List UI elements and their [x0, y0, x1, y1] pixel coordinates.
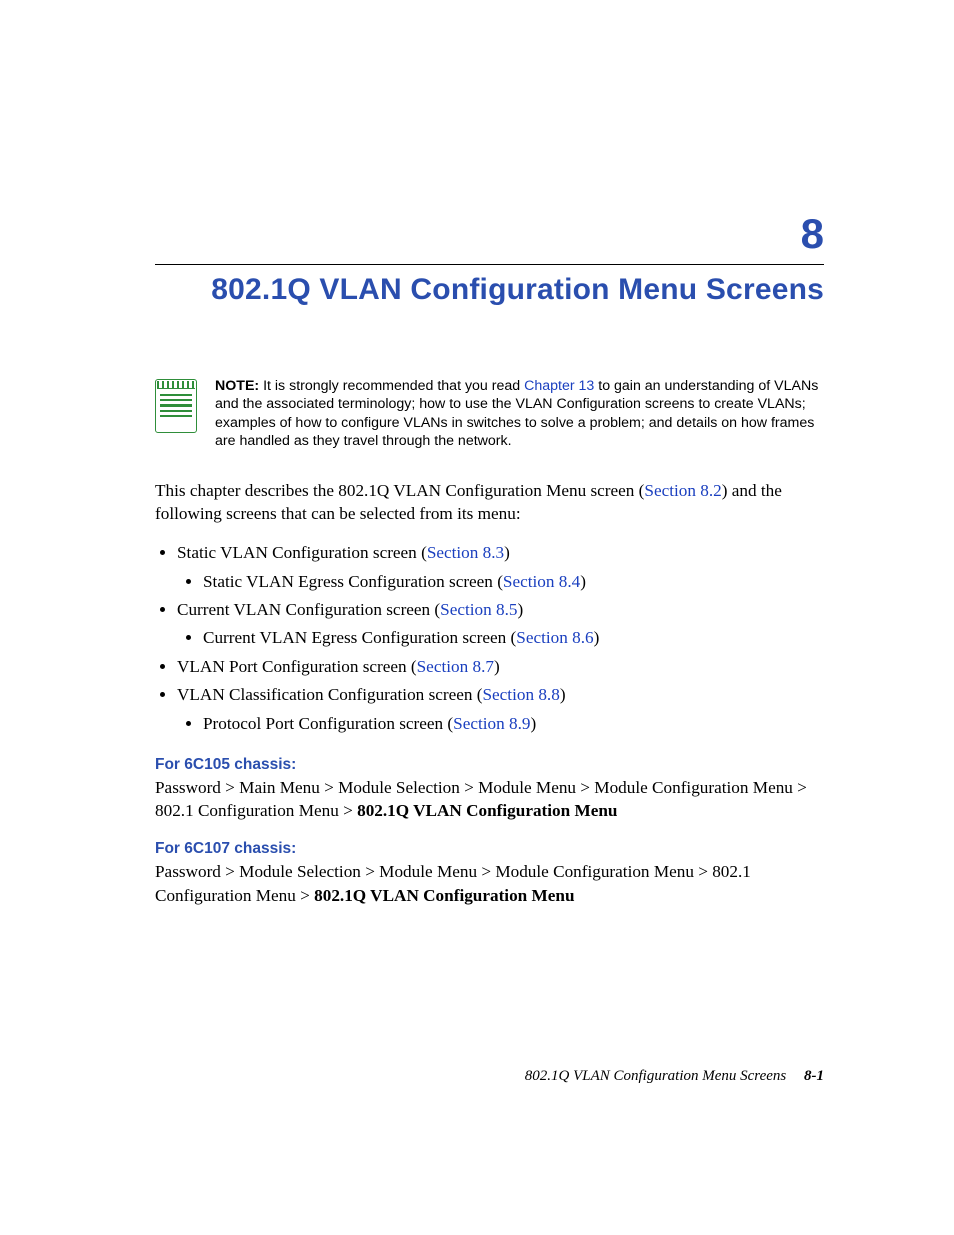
- toc-subitem: Protocol Port Configuration screen (Sect…: [203, 710, 824, 738]
- toc-item-text: Static VLAN Configuration screen (: [177, 543, 427, 562]
- note-text: NOTE: It is strongly recommended that yo…: [215, 377, 824, 451]
- toc-list: Static VLAN Configuration screen (Sectio…: [155, 539, 824, 738]
- toc-item: VLAN Port Configuration screen (Section …: [177, 653, 824, 681]
- title-rule: [155, 264, 824, 265]
- toc-item-text: VLAN Classification Configuration screen…: [177, 685, 482, 704]
- toc-item: VLAN Classification Configuration screen…: [177, 681, 824, 738]
- toc-item-link[interactable]: Section 8.5: [440, 600, 517, 619]
- notepad-icon: [155, 379, 197, 433]
- toc-item: Static VLAN Configuration screen (Sectio…: [177, 539, 824, 596]
- breadcrumb-2: Password > Module Selection > Module Men…: [155, 860, 824, 906]
- breadcrumb-1: Password > Main Menu > Module Selection …: [155, 776, 824, 822]
- footer-page-number: 8-1: [804, 1068, 824, 1084]
- toc-item-link[interactable]: Section 8.4: [503, 572, 580, 591]
- note-icon-wrap: [155, 377, 197, 433]
- toc-item-after: ): [518, 600, 524, 619]
- intro-paragraph: This chapter describes the 802.1Q VLAN C…: [155, 479, 824, 525]
- note-chapter-link[interactable]: Chapter 13: [524, 378, 594, 394]
- toc-item-after: ): [494, 657, 500, 676]
- footer-title: 802.1Q VLAN Configuration Menu Screens: [525, 1068, 787, 1084]
- toc-item-after: ): [560, 685, 566, 704]
- chapter-title: 802.1Q VLAN Configuration Menu Screens: [155, 273, 824, 307]
- document-page: 8 802.1Q VLAN Configuration Menu Screens…: [0, 0, 954, 1235]
- note-label: NOTE:: [215, 378, 259, 394]
- page-footer: 802.1Q VLAN Configuration Menu Screens 8…: [155, 1068, 824, 1085]
- toc-item-text: Static VLAN Egress Configuration screen …: [203, 572, 503, 591]
- toc-item-text: VLAN Port Configuration screen (: [177, 657, 417, 676]
- toc-item-link[interactable]: Section 8.6: [516, 628, 593, 647]
- toc-item-text: Current VLAN Egress Configuration screen…: [203, 628, 516, 647]
- chassis-heading-1: For 6C105 chassis:: [155, 756, 824, 774]
- toc-item-link[interactable]: Section 8.9: [453, 714, 530, 733]
- toc-item-link[interactable]: Section 8.8: [482, 685, 559, 704]
- toc-item: Current VLAN Configuration screen (Secti…: [177, 596, 824, 653]
- toc-item-after: ): [504, 543, 510, 562]
- intro-pre: This chapter describes the 802.1Q VLAN C…: [155, 481, 644, 500]
- chassis-heading-2: For 6C107 chassis:: [155, 840, 824, 858]
- toc-item-text: Protocol Port Configuration screen (: [203, 714, 453, 733]
- breadcrumb-bold: 802.1Q VLAN Configuration Menu: [314, 886, 574, 905]
- toc-item-after: ): [530, 714, 536, 733]
- toc-item-link[interactable]: Section 8.7: [417, 657, 494, 676]
- note-callout: NOTE: It is strongly recommended that yo…: [155, 377, 824, 451]
- toc-item-link[interactable]: Section 8.3: [427, 543, 504, 562]
- toc-item-text: Current VLAN Configuration screen (: [177, 600, 440, 619]
- breadcrumb-bold: 802.1Q VLAN Configuration Menu: [357, 801, 617, 820]
- toc-item-after: ): [580, 572, 586, 591]
- intro-section-link[interactable]: Section 8.2: [644, 481, 721, 500]
- toc-item-after: ): [594, 628, 600, 647]
- toc-subitem: Current VLAN Egress Configuration screen…: [203, 624, 824, 652]
- toc-subitem: Static VLAN Egress Configuration screen …: [203, 568, 824, 596]
- chapter-number: 8: [155, 210, 824, 258]
- note-text-pre: It is strongly recommended that you read: [259, 378, 524, 394]
